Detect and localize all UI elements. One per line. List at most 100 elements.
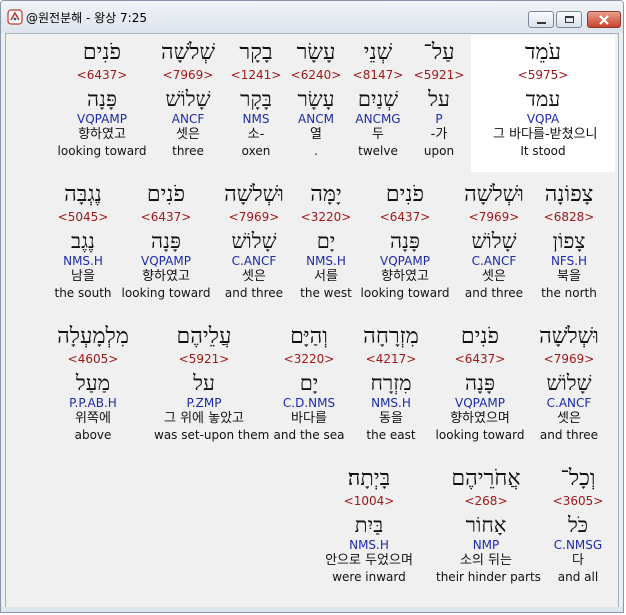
english-gloss: looking toward (57, 144, 147, 158)
word-r2-4[interactable]: עֲלֵיהֶם <5921> על P.ZMP 그 위에 놓았고 was se… (154, 324, 270, 442)
strong-number[interactable]: <5921> (154, 352, 254, 368)
korean-gloss: 바다를 (291, 411, 327, 426)
strong-number[interactable]: <1004> (319, 494, 419, 510)
korean-gloss: 셋은 (557, 411, 581, 426)
word-r0-5[interactable]: שְׁלֹשָׁה <7969> שָׁלוֹשׁ ANCF 셋은 three (138, 40, 238, 158)
lexical-root: פָּנָה (87, 87, 117, 111)
maximize-icon (564, 16, 574, 23)
lexical-root: כֹּל (567, 513, 589, 537)
strong-number[interactable]: <5975> (493, 68, 593, 84)
word-r3-0[interactable]: וְכָל־ <3605> כֹּל C.NMSG 다 and all (528, 466, 623, 584)
parsing-code: P.P.AB.H (69, 396, 117, 410)
strong-number[interactable]: <4605> (43, 352, 143, 368)
korean-gloss: 셋은 (176, 127, 200, 142)
word-r0-0[interactable]: עֹמֵד <5975> עמד VQPA 그 바다를-받쳤으니 It stoo… (493, 40, 598, 158)
english-gloss: the south (54, 286, 112, 300)
hebrew-word: וְכָל־ (560, 466, 596, 491)
parsing-code: NMP (472, 538, 500, 552)
strong-number[interactable]: <7969> (138, 68, 238, 84)
english-gloss: and all (557, 570, 599, 584)
english-gloss: above (74, 428, 112, 442)
english-gloss: were inward (332, 570, 406, 584)
korean-gloss: 향하였고 (78, 127, 126, 142)
interlinear-panel: עֹמֵד <5975> עמד VQPA 그 바다를-받쳤으니 It stoo… (5, 33, 619, 609)
english-gloss: and three (224, 286, 284, 300)
korean-gloss: 향하였으며 (450, 411, 510, 426)
close-button[interactable] (587, 11, 621, 28)
parsing-code: P.ZMP (186, 396, 222, 410)
english-gloss: was set-upon them (154, 428, 270, 442)
word-r1-6[interactable]: נֶגְבָּה <5045> נֶגֶב NMS.H 남을 the south (33, 182, 133, 300)
parsing-code: NMS.H (63, 254, 103, 268)
korean-gloss: 다 (572, 553, 584, 568)
minimize-button[interactable] (528, 11, 554, 28)
strong-number[interactable]: <7969> (204, 210, 304, 226)
lexical-root: יָם (299, 371, 319, 395)
hebrew-word: פֹנִים (82, 40, 122, 65)
parsing-code: ANCF (171, 112, 205, 126)
word-r3-1[interactable]: אֲחֹרֵיהֶם <268> אָחוֹר NMP 소의 뒤는 their … (436, 466, 541, 584)
strong-number[interactable]: <7969> (444, 210, 544, 226)
strong-number[interactable]: <6437> (430, 352, 530, 368)
lexical-root: עמד (525, 87, 561, 111)
parsing-code: C.NMSG (553, 538, 603, 552)
parsing-code: C.D.NMS (282, 396, 336, 410)
korean-gloss: 그 위에 놓았고 (163, 411, 245, 426)
word-r0-6[interactable]: פֹנִים <6437> פָּנָה VQPAMP 향하였고 looking… (52, 40, 152, 158)
korean-gloss: 셋은 (242, 269, 266, 284)
korean-gloss: 안으로 두었으며 (325, 553, 413, 568)
lexical-root: מַעַל (75, 371, 111, 395)
lexical-root: פָּנָה (465, 371, 495, 395)
close-icon (599, 14, 609, 25)
lexical-root: שָׁלוֹשׁ (546, 371, 592, 395)
app-logo-icon (7, 9, 23, 25)
lexical-root: בַּיִת (354, 513, 384, 537)
word-r2-5[interactable]: מִלְמָעְלָה <4605> מַעַל P.P.AB.H 위쪽에 ab… (43, 324, 143, 442)
hebrew-word: עֲלֵיהֶם (176, 324, 232, 349)
window-bottom-border (1, 607, 623, 612)
app-window: @원전분해 - 왕상 7:25 עֹמֵד <5975> עמד VQPA 그 … (0, 0, 624, 613)
english-gloss: and three (539, 428, 599, 442)
korean-gloss: 남을 (71, 269, 95, 284)
lexical-root: שָׁלוֹשׁ (471, 229, 517, 253)
hebrew-word: בָּיְתָה׃ (347, 466, 391, 491)
word-r2-0[interactable]: וּשְׁלֹשָׁה <7969> שָׁלוֹשׁ C.ANCF 셋은 an… (519, 324, 619, 442)
hebrew-word: וּשְׁלֹשָׁה (464, 182, 524, 207)
word-r2-3[interactable]: וְהַיָּם <3220> יָם C.D.NMS 바다를 and the … (259, 324, 359, 442)
lexical-root: שָׁלוֹשׁ (231, 229, 277, 253)
strong-number[interactable]: <3220> (259, 352, 359, 368)
minimize-icon (536, 21, 546, 24)
parsing-code: VQPA (526, 112, 560, 126)
strong-number[interactable]: <3605> (528, 494, 623, 510)
title-bar[interactable]: @원전분해 - 왕상 7:25 (1, 1, 623, 33)
hebrew-word: נֶגְבָּה (64, 182, 102, 207)
hebrew-word: פֹנִים (460, 324, 500, 349)
english-gloss: looking toward (435, 428, 525, 442)
hebrew-word: מִלְמָעְלָה (57, 324, 129, 349)
parsing-code: VQPAMP (455, 396, 505, 410)
parsing-code: C.ANCF (546, 396, 592, 410)
korean-gloss: 셋은 (482, 269, 506, 284)
lexical-root: נֶגֶב (71, 229, 95, 253)
lexical-root: שָׁלוֹשׁ (165, 87, 211, 111)
parsing-code: NMS.H (349, 538, 389, 552)
english-gloss: three (172, 144, 204, 158)
maximize-button[interactable] (556, 11, 582, 28)
strong-number[interactable]: <6437> (52, 68, 152, 84)
korean-gloss: 소의 뒤는 (460, 553, 512, 568)
english-gloss: and three (464, 286, 524, 300)
english-gloss: their hinder parts (436, 570, 541, 584)
hebrew-word: וּשְׁלֹשָׁה (224, 182, 284, 207)
lexical-root: אָחוֹר (465, 513, 507, 537)
korean-gloss: 그 바다를-받쳤으니 (493, 127, 598, 142)
strong-number[interactable]: <7969> (519, 352, 619, 368)
strong-number[interactable]: <268> (436, 494, 536, 510)
word-r3-2[interactable]: בָּיְתָה׃ <1004> בַּיִת NMS.H 안으로 두었으며 w… (319, 466, 419, 584)
hebrew-word: עֹמֵד (524, 40, 562, 65)
korean-gloss: 위쪽에 (75, 411, 111, 426)
word-r1-4[interactable]: וּשְׁלֹשָׁה <7969> שָׁלוֹשׁ C.ANCF 셋은 an… (204, 182, 304, 300)
strong-number[interactable]: <5045> (33, 210, 133, 226)
parsing-code: C.ANCF (471, 254, 517, 268)
word-r2-1[interactable]: פֹנִים <6437> פָּנָה VQPAMP 향하였으며 lookin… (430, 324, 530, 442)
word-r1-1[interactable]: וּשְׁלֹשָׁה <7969> שָׁלוֹשׁ C.ANCF 셋은 an… (444, 182, 544, 300)
